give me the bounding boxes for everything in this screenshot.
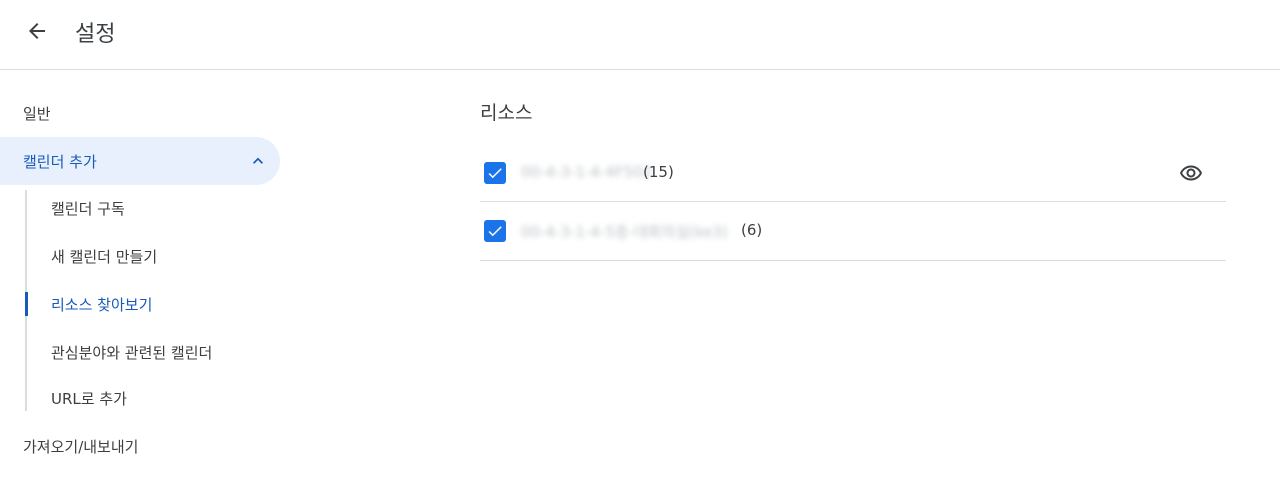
resources-panel: 리소스 00-4-3-1-4-4F502 (15) 00-4-3-1-4-5층-…: [480, 70, 1240, 481]
resource-row: 00-4-3-1-4-5층-대회의실(ke3) (6): [480, 202, 1226, 261]
subnav-create-calendar[interactable]: 새 캘린더 만들기: [27, 234, 280, 278]
settings-sidebar: 일반 캘린더 추가 캘린더 구독 새 캘린더 만들기 리소스 찾아보기 관심분야…: [0, 70, 300, 481]
top-bar: 설정: [0, 0, 1280, 70]
resource-name: 00-4-3-1-4-4F502: [521, 163, 653, 181]
check-icon: [488, 168, 502, 179]
resource-count: (15): [643, 163, 674, 181]
resource-name: 00-4-3-1-4-5층-대회의실(ke3): [521, 223, 728, 241]
resource-count: (6): [741, 221, 763, 239]
subnav-interest-calendars[interactable]: 관심분야와 관련된 캘린더: [27, 330, 280, 374]
nav-general[interactable]: 일반: [0, 89, 280, 137]
check-icon: [488, 226, 502, 237]
subnav-browse-resources[interactable]: 리소스 찾아보기: [25, 282, 280, 326]
nav-add-calendar[interactable]: 캘린더 추가: [0, 137, 280, 185]
eye-icon[interactable]: [1179, 161, 1203, 185]
nav-import-export[interactable]: 가져오기/내보내기: [0, 422, 280, 470]
resource-checkbox[interactable]: [484, 220, 506, 242]
resource-checkbox[interactable]: [484, 162, 506, 184]
subnav-add-by-url[interactable]: URL로 추가: [27, 376, 280, 420]
arrow-back-icon: [29, 23, 45, 39]
nav-add-calendar-label: 캘린더 추가: [23, 152, 97, 171]
page-title: 설정: [75, 22, 116, 47]
back-button[interactable]: [20, 14, 54, 48]
resource-row: 00-4-3-1-4-4F502 (15): [480, 143, 1226, 202]
section-title: 리소스: [480, 102, 533, 124]
chevron-up-icon: [253, 157, 263, 164]
subnav-subscribe-calendar[interactable]: 캘린더 구독: [27, 186, 280, 230]
